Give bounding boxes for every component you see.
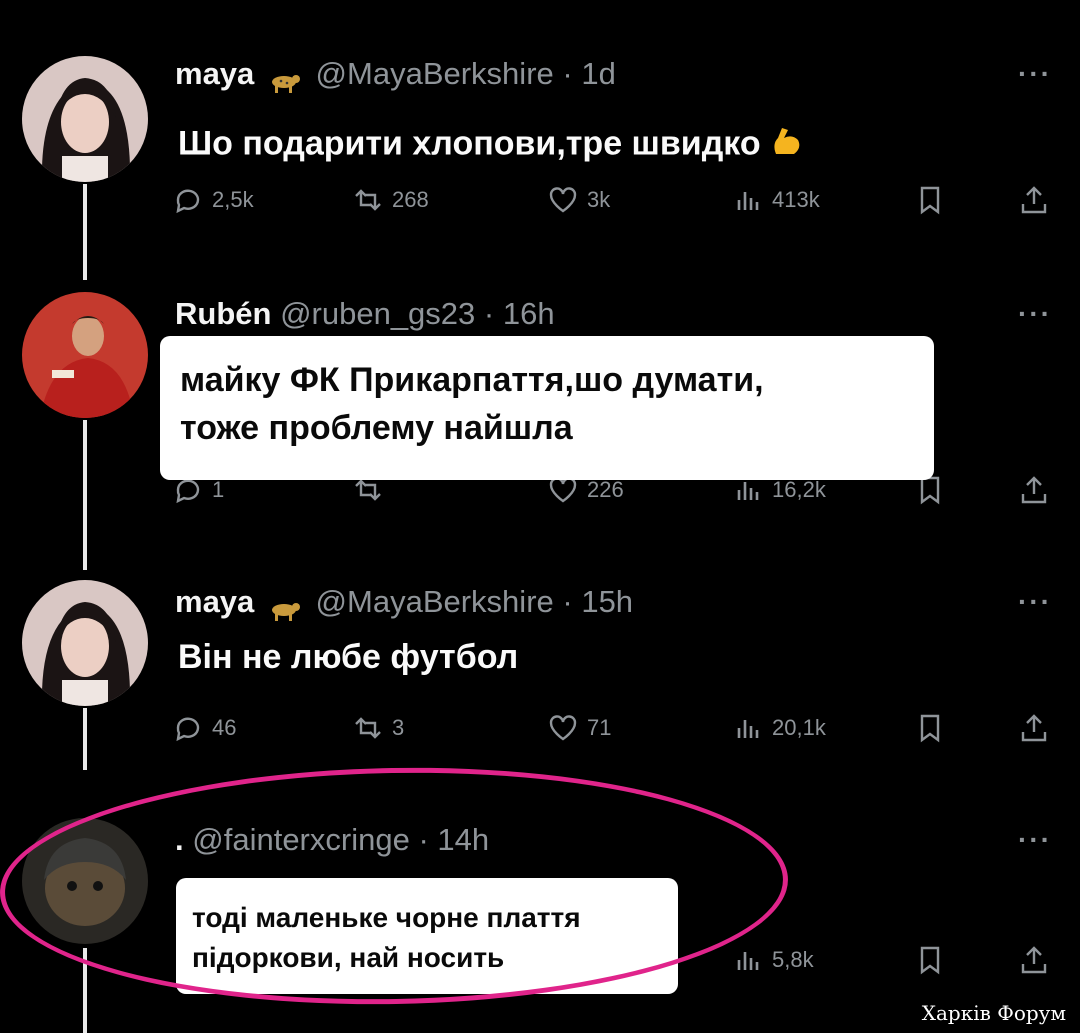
view-count: 5,8k (772, 947, 814, 972)
tweet-header: Rubén @ruben_gs23 · 16h (175, 296, 555, 332)
tweet-header: maya @MayaBerkshire · 15h (175, 584, 634, 621)
tweet-3[interactable]: maya @MayaBerkshire · 15h ··· Він не люб… (0, 570, 1080, 770)
thread-line (83, 420, 87, 570)
watermark: Харків Форум (921, 1001, 1066, 1025)
repost-icon (355, 189, 381, 211)
reply-icon (176, 717, 200, 742)
thread-line (83, 708, 87, 770)
reply-count: 2,5k (212, 187, 254, 212)
bookmark-button[interactable] (914, 184, 946, 216)
share-button[interactable] (1018, 944, 1050, 976)
avatar-maya[interactable] (22, 580, 148, 706)
author-handle[interactable]: @ruben_gs23 (280, 296, 475, 331)
reply-text-bubble: майку ФК Прикарпаття,шо думати, тоже про… (160, 336, 934, 480)
heart-icon (549, 187, 577, 213)
like-button[interactable]: 71 (547, 712, 611, 744)
tweet-time: · 1d (562, 56, 616, 91)
more-options-button[interactable]: ··· (1018, 824, 1052, 856)
view-count: 20,1k (772, 715, 826, 740)
reply-button[interactable]: 2,5k (172, 184, 254, 216)
cheetah-icon (269, 65, 301, 93)
author-name[interactable]: maya (175, 56, 254, 91)
reply-count: 1 (212, 477, 225, 502)
like-count: 226 (587, 477, 624, 502)
tweet-actions: 46 3 71 20,1k (172, 712, 1062, 752)
views-button[interactable]: 413k (732, 184, 820, 216)
avatar-ruben[interactable] (22, 292, 148, 418)
tweet-time: · 15h (562, 584, 634, 619)
analytics-icon (737, 192, 759, 210)
cheetah-icon (269, 593, 301, 621)
share-button[interactable] (1018, 712, 1050, 744)
author-name[interactable]: maya (175, 584, 254, 619)
share-icon (1021, 714, 1047, 742)
like-button[interactable]: 3k (547, 184, 610, 216)
repost-icon (355, 717, 381, 739)
views-button[interactable]: 20,1k (732, 712, 826, 744)
repost-count: 3 (392, 715, 405, 740)
heart-icon (549, 715, 577, 741)
share-icon (1021, 186, 1047, 214)
share-button[interactable] (1018, 184, 1050, 216)
author-name[interactable]: Rubén (175, 296, 271, 331)
more-options-button[interactable]: ··· (1018, 58, 1052, 90)
reply-icon (176, 189, 200, 214)
tweet-text: Він не любе футбол (178, 638, 519, 676)
repost-button[interactable]: 268 (352, 184, 429, 216)
tweet-text-line: майку ФК Прикарпаття,шо думати, (180, 361, 764, 399)
reply-count: 46 (212, 715, 237, 740)
tweet-text-line: тоже проблему найшла (180, 409, 573, 447)
share-button[interactable] (1018, 474, 1050, 506)
tweet-2[interactable]: Rubén @ruben_gs23 · 16h ··· 1 226 16,2k … (0, 280, 1080, 570)
analytics-icon (737, 952, 759, 970)
bookmark-button[interactable] (914, 712, 946, 744)
tweet-time: · 16h (483, 296, 555, 331)
like-count: 3k (587, 187, 611, 212)
tweet-header: maya @MayaBerkshire · 1d (175, 56, 616, 93)
tweet-actions: 1 226 16,2k (172, 474, 1062, 514)
tweet-text-content: Шо подарити хлопови,тре швидко (178, 124, 761, 163)
view-count: 16,2k (772, 477, 826, 502)
tweet-actions: 2,5k 268 3k 413k (172, 184, 1062, 224)
bookmark-icon (920, 186, 940, 215)
thread-line (83, 184, 87, 280)
more-options-button[interactable]: ··· (1018, 586, 1052, 618)
bookmark-button[interactable] (914, 944, 946, 976)
like-count: 71 (587, 715, 612, 740)
reply-button[interactable]: 46 (172, 712, 236, 744)
flexed-biceps-icon (770, 124, 804, 167)
analytics-icon (737, 720, 759, 738)
bookmark-icon (920, 946, 940, 975)
share-icon (1021, 946, 1047, 974)
share-icon (1021, 476, 1047, 504)
author-handle[interactable]: @MayaBerkshire (316, 56, 554, 91)
author-handle[interactable]: @MayaBerkshire (316, 584, 554, 619)
avatar-maya[interactable] (22, 56, 148, 182)
views-button[interactable]: 5,8k (732, 944, 814, 976)
view-count: 413k (772, 187, 820, 212)
repost-count: 268 (392, 187, 429, 212)
tweet-1[interactable]: maya @MayaBerkshire · 1d ··· Шо подарити… (0, 0, 1080, 280)
repost-button[interactable]: 3 (352, 712, 404, 744)
more-options-button[interactable]: ··· (1018, 298, 1052, 330)
bookmark-icon (920, 714, 940, 743)
tweet-text: Шо подарити хлопови,тре швидко (178, 124, 804, 167)
